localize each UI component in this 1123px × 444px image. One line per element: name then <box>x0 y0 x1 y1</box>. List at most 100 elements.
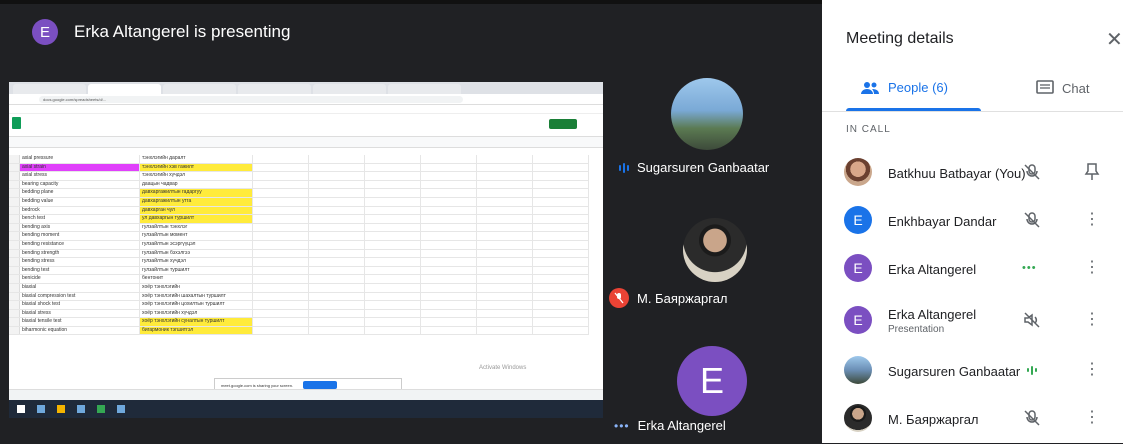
tile-bayarjargal[interactable]: М. Баяржаргал <box>605 200 822 320</box>
cell-translation: гулзайлтын хүчдэл <box>140 258 253 266</box>
cell-translation: давхаргажилтын гадаргуу <box>140 189 253 197</box>
cell-translation: гулзайлтын эсэргүүцэл <box>140 240 253 249</box>
sheet-row: biaxial stress хоёр тэнхлэгийн хүчдэл <box>9 309 589 319</box>
mic-off-icon <box>1024 410 1040 426</box>
empty-cells <box>253 206 589 215</box>
more-options-icon[interactable]: ⋮ <box>1084 408 1100 428</box>
cell-term: biaxial compression test <box>20 292 140 301</box>
empty-cells <box>253 180 589 189</box>
more-options-icon[interactable]: ⋮ <box>1084 258 1100 278</box>
speaking-indicator-icon <box>619 162 629 173</box>
tile-name-row: М. Баяржаргал <box>609 288 728 308</box>
sheet-row: bench test ул давхаргын туршилт <box>9 215 589 224</box>
meeting-details-panel: Meeting details ✕ People (6) Chat IN CAL… <box>822 0 1123 443</box>
empty-cells <box>253 249 589 258</box>
cell-translation: давхарган чул <box>140 206 253 215</box>
participant-row[interactable]: Batkhuu Batbayar (You) <box>822 150 1123 198</box>
close-icon[interactable]: ✕ <box>1106 27 1123 52</box>
stop-sharing-button <box>303 381 338 389</box>
cell-translation: хоёр тэнхлэгийн хүчдэл <box>140 309 253 318</box>
speaker-off-icon <box>1024 312 1040 328</box>
presenter-banner: E Erka Altangerel is presenting <box>0 4 605 60</box>
tile-sugarsuren[interactable]: Sugarsuren Ganbaatar <box>605 60 822 190</box>
browser-tabs <box>9 82 603 94</box>
speaking-indicator-icon <box>1022 360 1042 380</box>
empty-cells <box>253 189 589 197</box>
presenter-avatar: E <box>32 19 58 45</box>
presenter-label: Erka Altangerel is presenting <box>74 22 291 41</box>
url-field: docs.google.com/spreadsheets/d/... <box>39 95 463 103</box>
tab-people[interactable]: People (6) <box>860 80 948 95</box>
cell-translation: даацын чадвар <box>140 180 253 189</box>
sheet-row: bedrock давхарган чул <box>9 206 589 216</box>
sheet-row: bending axis гулзайлтын тэнхлэг <box>9 223 589 233</box>
tile-name: М. Баяржаргал <box>637 290 728 306</box>
cell-term: bearing capacity <box>20 180 140 189</box>
chat-icon <box>1036 80 1054 94</box>
tab-divider <box>822 111 1123 112</box>
participant-name: М. Баяржаргал <box>888 412 979 427</box>
cell-translation: хоёр тэнхлэгийн шахалтын туршилт <box>140 292 253 301</box>
bookmarks-bar <box>9 105 603 114</box>
row-number <box>9 172 20 180</box>
empty-cells <box>253 275 589 283</box>
cell-translation: гулзайлтын бэхэлгээ <box>140 249 253 258</box>
sheet-row: bearing capacity даацын чадвар <box>9 180 589 190</box>
sheets-logo-icon <box>12 117 21 129</box>
activate-windows-watermark: Activate Windows <box>479 365 527 371</box>
mic-off-icon <box>609 288 629 308</box>
empty-cells <box>253 163 589 172</box>
sheet-row: bending strength гулзайлтын бэхэлгээ <box>9 249 589 259</box>
row-number <box>9 197 20 206</box>
participant-avatar <box>844 356 872 384</box>
row-number <box>9 283 20 292</box>
cell-term: bedding value <box>20 197 140 206</box>
sheet-row: biaxial хоёр тэнхлэгийн <box>9 283 589 293</box>
participant-row[interactable]: М. Баяржаргал ⋮ <box>822 396 1123 444</box>
participant-photo <box>683 218 747 282</box>
row-number <box>9 258 20 266</box>
row-number <box>9 155 20 163</box>
row-number <box>9 301 20 309</box>
sheets-header <box>9 114 603 137</box>
more-options-icon[interactable]: ⋮ <box>1084 360 1100 380</box>
audio-dots-icon: ••• <box>1022 262 1037 274</box>
start-icon <box>17 405 25 413</box>
cell-translation: гулзайлтын тэнхлэг <box>140 223 253 232</box>
tile-avatar: E <box>677 346 747 416</box>
row-number <box>9 309 20 318</box>
tab-people-label: People (6) <box>888 80 948 95</box>
empty-cells <box>253 240 589 249</box>
participant-avatar: E <box>844 306 872 334</box>
participant-row[interactable]: E Erka Altangerel Presentation ⋮ <box>822 294 1123 346</box>
taskbar-icon <box>37 405 45 413</box>
audio-dots-icon: ••• <box>614 418 630 433</box>
participant-avatar: E <box>844 206 872 234</box>
empty-cells <box>253 215 589 223</box>
row-number <box>9 249 20 258</box>
cell-term: axial pressure <box>20 155 140 163</box>
tab-chat[interactable]: Chat <box>1036 80 1089 96</box>
row-number <box>9 266 20 275</box>
cell-translation: тэнхлэгийн хүчдэл <box>140 172 253 180</box>
empty-cells <box>253 266 589 275</box>
mic-off-icon <box>1024 212 1040 228</box>
participant-row[interactable]: E Erka Altangerel ••• ⋮ <box>822 246 1123 294</box>
empty-cells <box>253 223 589 232</box>
sheet-tabs <box>9 389 603 400</box>
participant-row[interactable]: Sugarsuren Ganbaatar ⋮ <box>822 348 1123 396</box>
sheets-share-button <box>549 119 577 129</box>
taskbar-icon <box>57 405 65 413</box>
more-options-icon[interactable]: ⋮ <box>1084 310 1100 330</box>
pin-icon[interactable] <box>1084 162 1100 182</box>
tile-name: Erka Altangerel <box>637 418 726 433</box>
more-options-icon[interactable]: ⋮ <box>1084 210 1100 230</box>
cell-translation: гулзайлтын момент <box>140 232 253 240</box>
cell-term: bending resistance <box>20 240 140 249</box>
browser-tab-active <box>88 84 161 94</box>
participant-row[interactable]: E Enkhbayar Dandar ⋮ <box>822 198 1123 246</box>
browser-tab <box>163 84 236 94</box>
row-number <box>9 326 20 335</box>
browser-tab <box>13 84 86 94</box>
empty-cells <box>253 292 589 301</box>
